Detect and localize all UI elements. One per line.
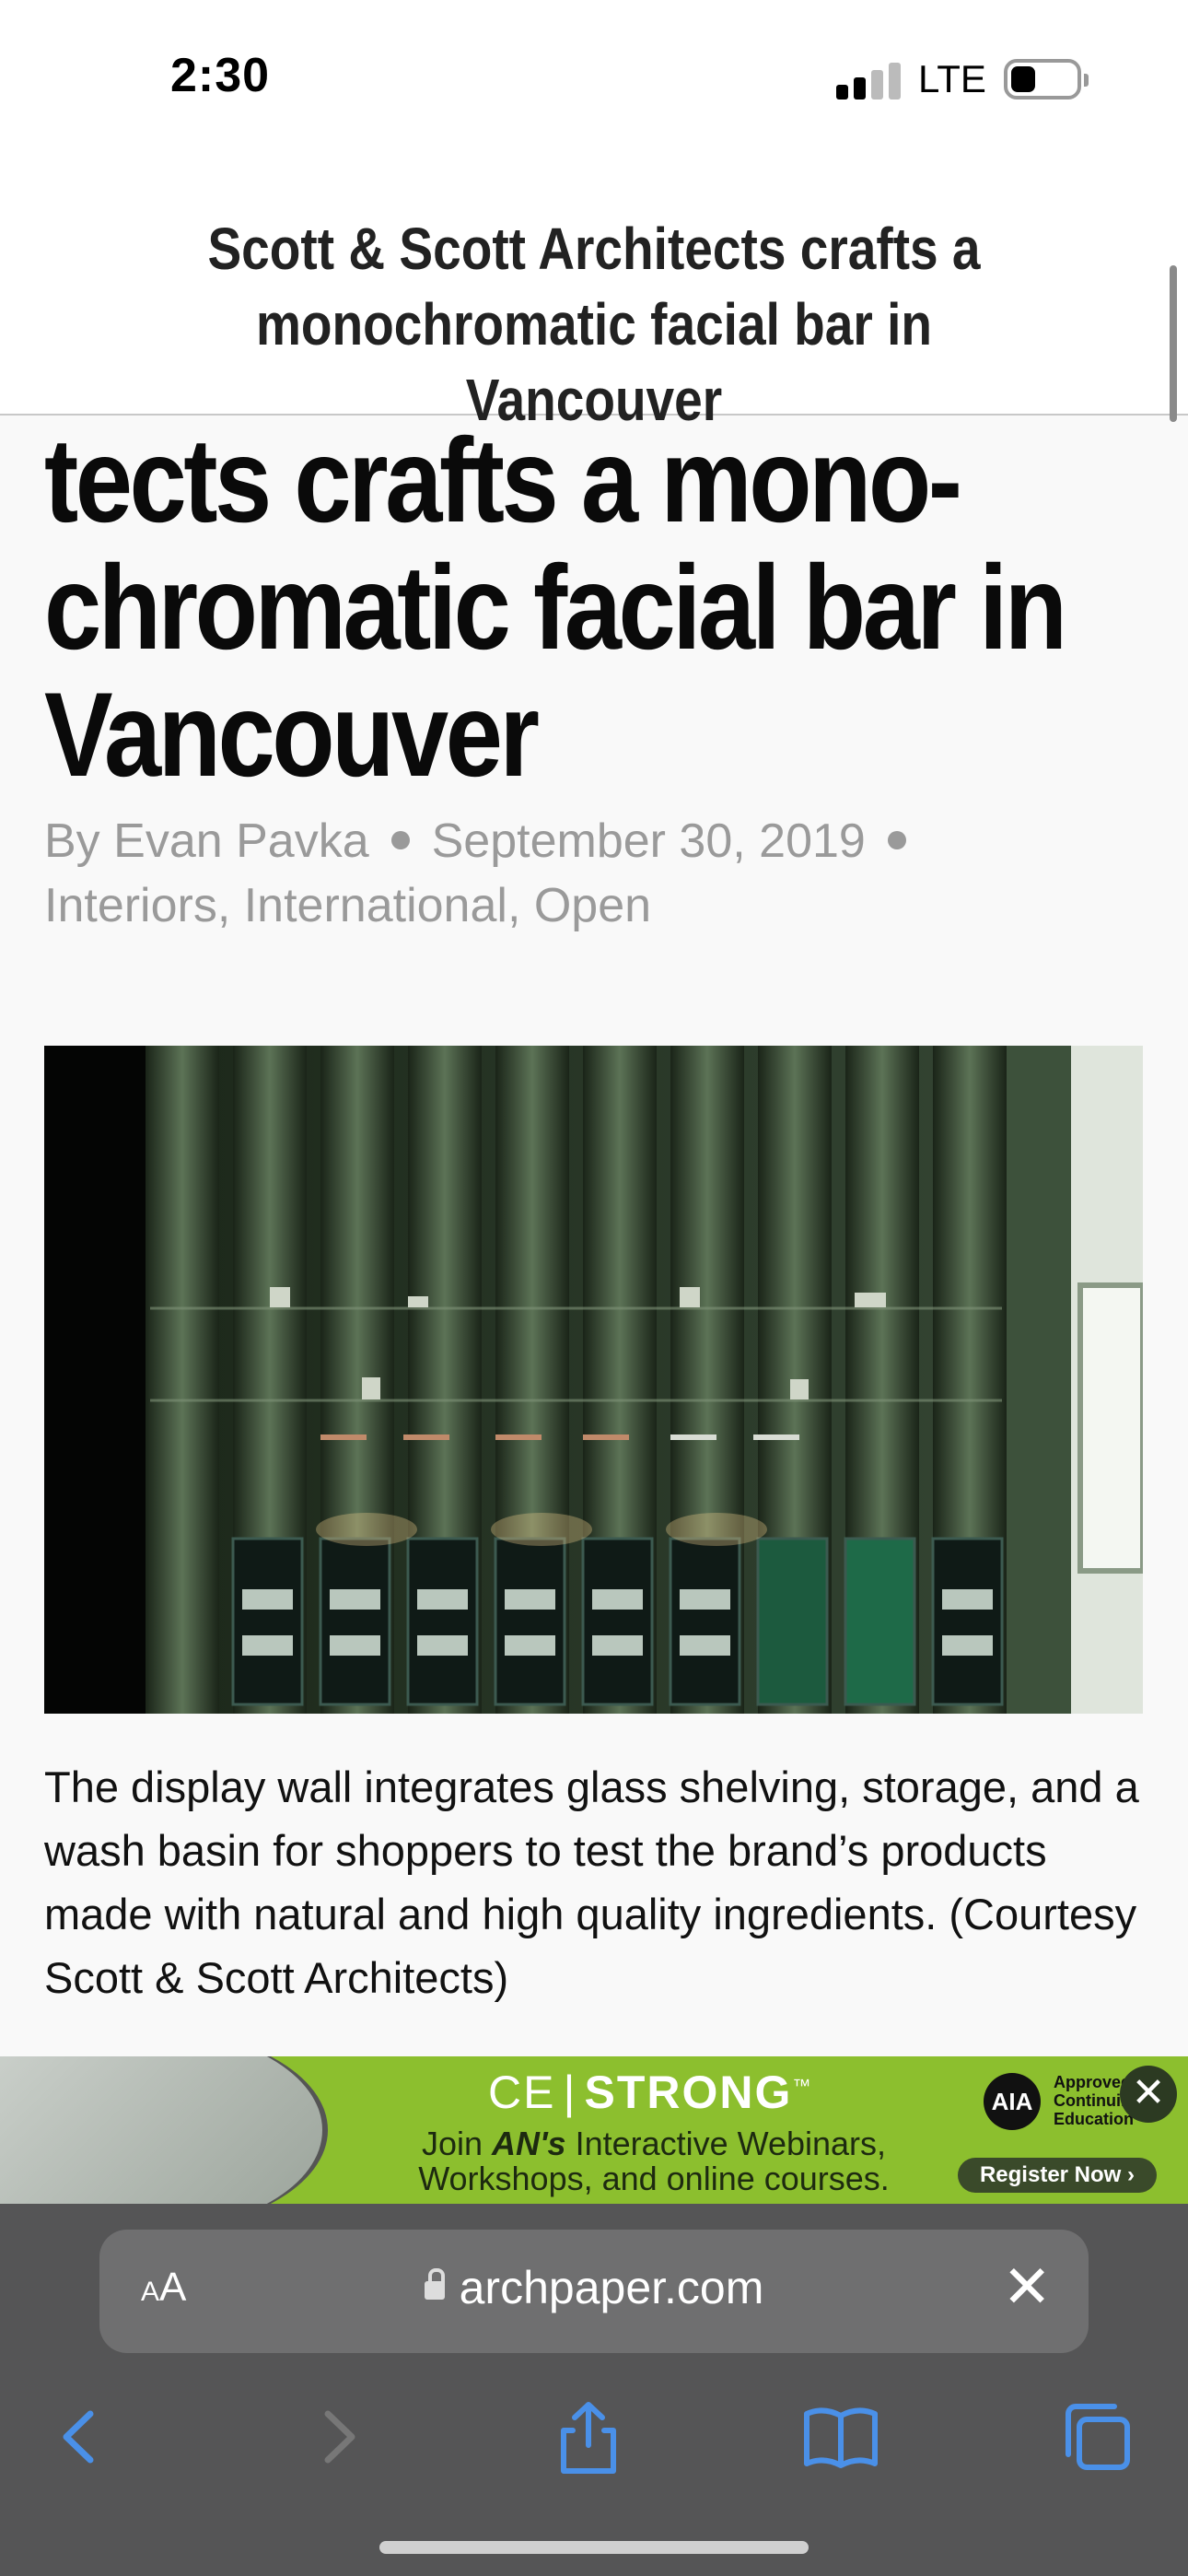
- tabs-icon[interactable]: [1046, 2386, 1147, 2488]
- ad-brand-left: CE: [488, 2067, 556, 2118]
- register-label: Register Now: [979, 2162, 1122, 2187]
- article-headline: tects crafts a mono- chromatic facial ba…: [44, 416, 1153, 798]
- headline-line: tects crafts a mono-: [44, 413, 962, 547]
- ad-person-photo: [0, 2056, 328, 2204]
- status-bar: 2:30 LTE: [0, 0, 1188, 161]
- ad-close-button[interactable]: ✕: [1120, 2066, 1177, 2123]
- publish-date: September 30, 2019: [431, 814, 866, 868]
- article-photo[interactable]: [44, 1046, 1143, 1714]
- share-icon[interactable]: [538, 2386, 639, 2488]
- clear-url-button[interactable]: ✕: [1002, 2257, 1052, 2316]
- cellular-signal-icon: [836, 61, 901, 100]
- ad-copy-line2: Workshops, and online courses.: [418, 2160, 890, 2197]
- address-bar[interactable]: AA archpaper.com ✕: [99, 2230, 1089, 2353]
- author-link[interactable]: By Evan Pavka: [44, 814, 369, 868]
- ad-copy-brand: AN's: [491, 2125, 566, 2162]
- arrow-circle-icon: ›: [1127, 2162, 1136, 2187]
- home-indicator[interactable]: [379, 2541, 809, 2554]
- ad-copy-part: Join: [421, 2125, 492, 2162]
- ad-copy-part: Interactive Webinars,: [565, 2125, 887, 2162]
- ad-brand-right: STRONG: [584, 2067, 793, 2118]
- photo-caption: The display wall integrates glass shelvi…: [44, 1762, 1139, 2002]
- article-meta: By Evan Pavka September 30, 2019 Interior…: [44, 809, 1149, 938]
- status-time: 2:30: [170, 49, 271, 102]
- category-links[interactable]: Interiors, International, Open: [44, 879, 651, 932]
- separator-dot: [390, 831, 410, 850]
- forward-icon[interactable]: [287, 2386, 389, 2488]
- display-wall-image: [44, 1046, 1143, 1714]
- battery-icon: [1004, 59, 1089, 100]
- url-display[interactable]: archpaper.com: [99, 2261, 1089, 2314]
- browser-toolbar: AA archpaper.com ✕: [0, 2204, 1188, 2576]
- lock-icon: [424, 2268, 445, 2300]
- back-icon[interactable]: [29, 2386, 131, 2488]
- aia-logo: AIA: [984, 2073, 1041, 2130]
- scroll-indicator[interactable]: [1170, 265, 1177, 422]
- separator-dot: [887, 831, 906, 850]
- ad-copy: Join AN's Interactive Webinars, Workshop…: [378, 2126, 930, 2196]
- sticky-article-title: Scott & Scott Architects crafts a monoch…: [207, 216, 981, 433]
- ad-trademark: ™: [792, 2076, 813, 2097]
- sticky-article-header: Scott & Scott Architects crafts a monoch…: [0, 161, 1188, 433]
- ad-banner[interactable]: CE | STRONG™ Join AN's Interactive Webinar…: [0, 2056, 1188, 2204]
- bookmarks-icon[interactable]: [790, 2386, 891, 2488]
- network-type: LTE: [918, 57, 986, 100]
- headline-line: Vancouver: [44, 667, 540, 802]
- register-now-button[interactable]: Register Now ›: [958, 2158, 1157, 2193]
- ad-brand-logo: CE | STRONG™: [488, 2067, 813, 2118]
- url-text: archpaper.com: [459, 2262, 764, 2313]
- headline-line: chromatic facial bar in: [44, 540, 1067, 674]
